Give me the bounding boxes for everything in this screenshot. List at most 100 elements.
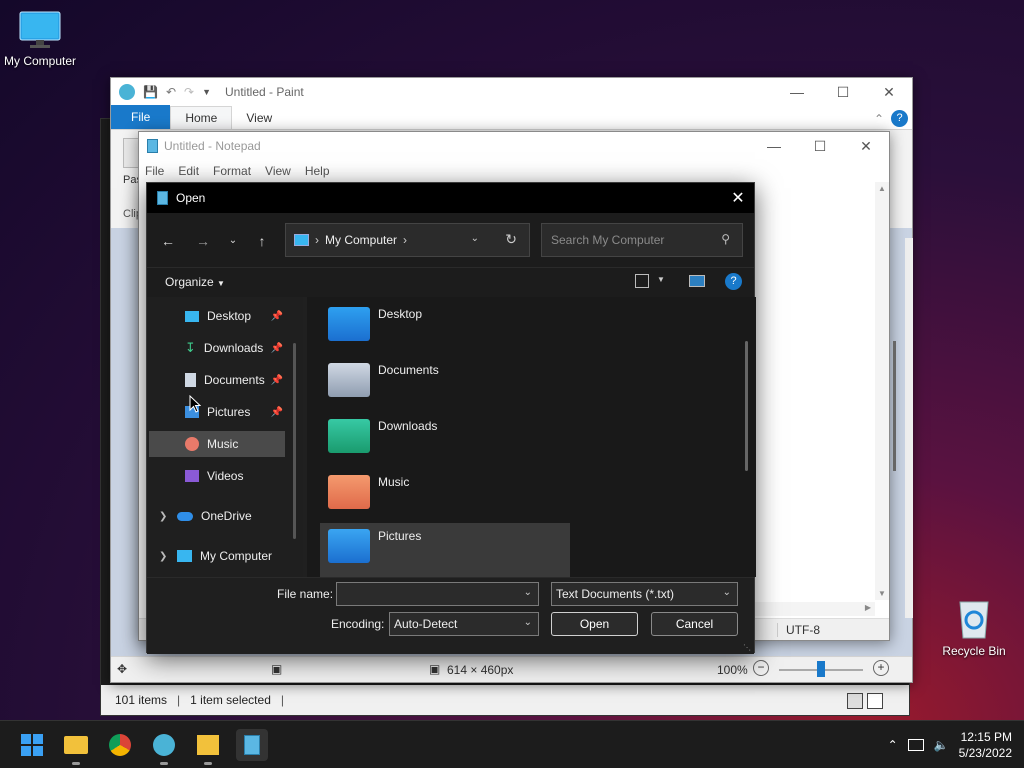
sidebar-tree-my-computer[interactable]: ❯ My Computer <box>149 543 285 569</box>
folder-item-documents[interactable]: Documents <box>320 357 570 411</box>
undo-icon[interactable]: ↶ <box>166 85 176 99</box>
taskbar: ⌃ 🔈 12:15 PM 5/23/2022 <box>0 720 1024 768</box>
back-button[interactable]: ← <box>158 233 178 249</box>
maximize-button[interactable]: ☐ <box>820 78 866 106</box>
organize-menu[interactable]: Organize ▼ <box>165 275 225 289</box>
redo-icon[interactable]: ↷ <box>184 85 194 99</box>
content-scrollbar-thumb[interactable] <box>745 341 748 471</box>
details-view-icon[interactable] <box>847 693 863 709</box>
folder-item-pictures[interactable]: Pictures <box>320 523 570 577</box>
clock[interactable]: 12:15 PM 5/23/2022 <box>959 729 1012 761</box>
clock-time: 12:15 PM <box>960 730 1012 744</box>
close-button[interactable]: ✕ <box>722 183 754 213</box>
folder-label: Music <box>378 475 410 489</box>
zoom-out-button[interactable]: − <box>753 660 769 676</box>
desktop-icon-my-computer[interactable]: My Computer <box>0 10 80 68</box>
scroll-up-icon[interactable]: ▲ <box>878 184 886 193</box>
minimize-button[interactable]: — <box>774 78 820 106</box>
sidebar-item-pictures[interactable]: Pictures 📌 <box>149 399 285 425</box>
chevron-down-icon[interactable]: ⌄ <box>723 587 731 598</box>
sidebar-item-music[interactable]: Music <box>149 431 285 457</box>
start-button[interactable] <box>16 729 48 761</box>
tab-file[interactable]: File <box>111 105 171 129</box>
help-icon[interactable]: ? <box>725 273 742 290</box>
search-field[interactable]: Search My Computer ⚲ <box>541 223 743 257</box>
sidebar-item-documents[interactable]: Documents 📌 <box>149 367 285 393</box>
status-separator: | <box>280 693 284 707</box>
sidebar-item-desktop[interactable]: Desktop 📌 <box>149 303 285 329</box>
address-dropdown-icon[interactable]: ⌄ <box>471 233 479 244</box>
chrome-taskbar-button[interactable] <box>104 729 136 761</box>
encoding-select[interactable]: Auto-Detect ⌄ <box>389 612 539 636</box>
view-options-chevron-icon[interactable]: ▼ <box>657 275 665 284</box>
volume-icon[interactable]: 🔈 <box>934 738 949 752</box>
tab-home[interactable]: Home <box>170 106 233 129</box>
search-input[interactable]: Search My Computer <box>551 233 664 247</box>
chevron-down-icon[interactable]: ⌄ <box>524 617 532 628</box>
file-explorer-taskbar-button[interactable] <box>60 729 92 765</box>
paint-scrollbar[interactable] <box>905 238 913 618</box>
photo-viewer-taskbar-button[interactable] <box>192 729 224 765</box>
notepad-vertical-scrollbar[interactable]: ▲ ▼ <box>875 182 889 600</box>
up-button[interactable]: ↑ <box>252 233 272 249</box>
menu-format[interactable]: Format <box>213 164 251 178</box>
resize-grip-icon[interactable]: ⋱ <box>743 643 751 652</box>
pin-icon: 📌 <box>270 342 283 354</box>
chevron-down-icon[interactable]: ⌄ <box>524 587 532 598</box>
scroll-down-icon[interactable]: ▼ <box>878 589 886 598</box>
menu-view[interactable]: View <box>265 164 291 178</box>
window-title: Untitled - Notepad <box>164 139 261 153</box>
file-name-input[interactable]: ⌄ <box>336 582 539 606</box>
chevron-right-icon[interactable]: ❯ <box>159 551 167 562</box>
forward-button[interactable]: → <box>193 233 213 249</box>
breadcrumb-separator-icon[interactable]: › <box>315 233 319 247</box>
scroll-right-icon[interactable]: ▶ <box>865 603 871 612</box>
folder-item-desktop[interactable]: Desktop <box>320 301 570 355</box>
breadcrumb-separator-icon[interactable]: › <box>403 233 407 247</box>
chevron-right-icon[interactable]: ❯ <box>159 511 167 522</box>
file-type-select[interactable]: Text Documents (*.txt) ⌄ <box>551 582 738 606</box>
file-type-value: Text Documents (*.txt) <box>556 587 675 601</box>
notepad-taskbar-button[interactable] <box>236 729 268 761</box>
refresh-icon[interactable]: ↻ <box>505 231 517 248</box>
preview-pane-icon[interactable] <box>689 275 705 287</box>
open-button[interactable]: Open <box>551 612 638 636</box>
ribbon-collapse-icon[interactable]: ⌃ <box>874 112 884 126</box>
folder-item-downloads[interactable]: Downloads <box>320 413 570 467</box>
cancel-button[interactable]: Cancel <box>651 612 738 636</box>
sidebar-item-videos[interactable]: Videos <box>149 463 285 489</box>
sidebar-item-downloads[interactable]: ↧ Downloads 📌 <box>149 335 285 361</box>
window-title: Untitled - Paint <box>225 85 304 99</box>
recent-locations-chevron-icon[interactable]: ⌄ <box>223 235 243 246</box>
minimize-button[interactable]: — <box>751 132 797 160</box>
save-icon[interactable]: 💾 <box>143 85 158 99</box>
help-icon[interactable]: ? <box>891 110 908 127</box>
maximize-button[interactable]: ☐ <box>797 132 843 160</box>
menu-file[interactable]: File <box>145 164 164 178</box>
canvas-size: 614 × 460px <box>447 663 514 677</box>
menu-edit[interactable]: Edit <box>178 164 199 178</box>
pictures-folder-icon <box>328 529 370 563</box>
close-button[interactable]: ✕ <box>866 78 912 106</box>
zoom-slider-thumb[interactable] <box>817 661 825 677</box>
paint-taskbar-button[interactable] <box>148 729 180 765</box>
view-toggle <box>847 693 883 709</box>
chevron-up-icon[interactable]: ⌃ <box>888 738 898 752</box>
encoding-value: Auto-Detect <box>394 617 458 631</box>
quick-access-dropdown-icon[interactable]: ▼ <box>202 87 211 97</box>
file-list-scrollbar[interactable] <box>893 341 896 471</box>
tab-view[interactable]: View <box>232 107 286 129</box>
address-bar[interactable]: › My Computer › ⌄ ↻ <box>285 223 530 257</box>
folder-item-music[interactable]: Music <box>320 469 570 523</box>
network-icon[interactable] <box>907 739 924 751</box>
sidebar-scrollbar[interactable] <box>293 343 296 539</box>
change-view-icon[interactable] <box>635 274 649 288</box>
breadcrumb-my-computer[interactable]: My Computer <box>325 233 397 247</box>
desktop-icon-recycle-bin[interactable]: Recycle Bin <box>934 596 1014 658</box>
close-button[interactable]: ✕ <box>843 132 889 160</box>
sidebar-tree-onedrive[interactable]: ❯ OneDrive <box>149 503 285 529</box>
notepad-horizontal-scrollbar[interactable]: ▶ <box>755 602 875 616</box>
zoom-in-button[interactable]: + <box>873 660 889 676</box>
tiles-view-icon[interactable] <box>867 693 883 709</box>
menu-help[interactable]: Help <box>305 164 330 178</box>
